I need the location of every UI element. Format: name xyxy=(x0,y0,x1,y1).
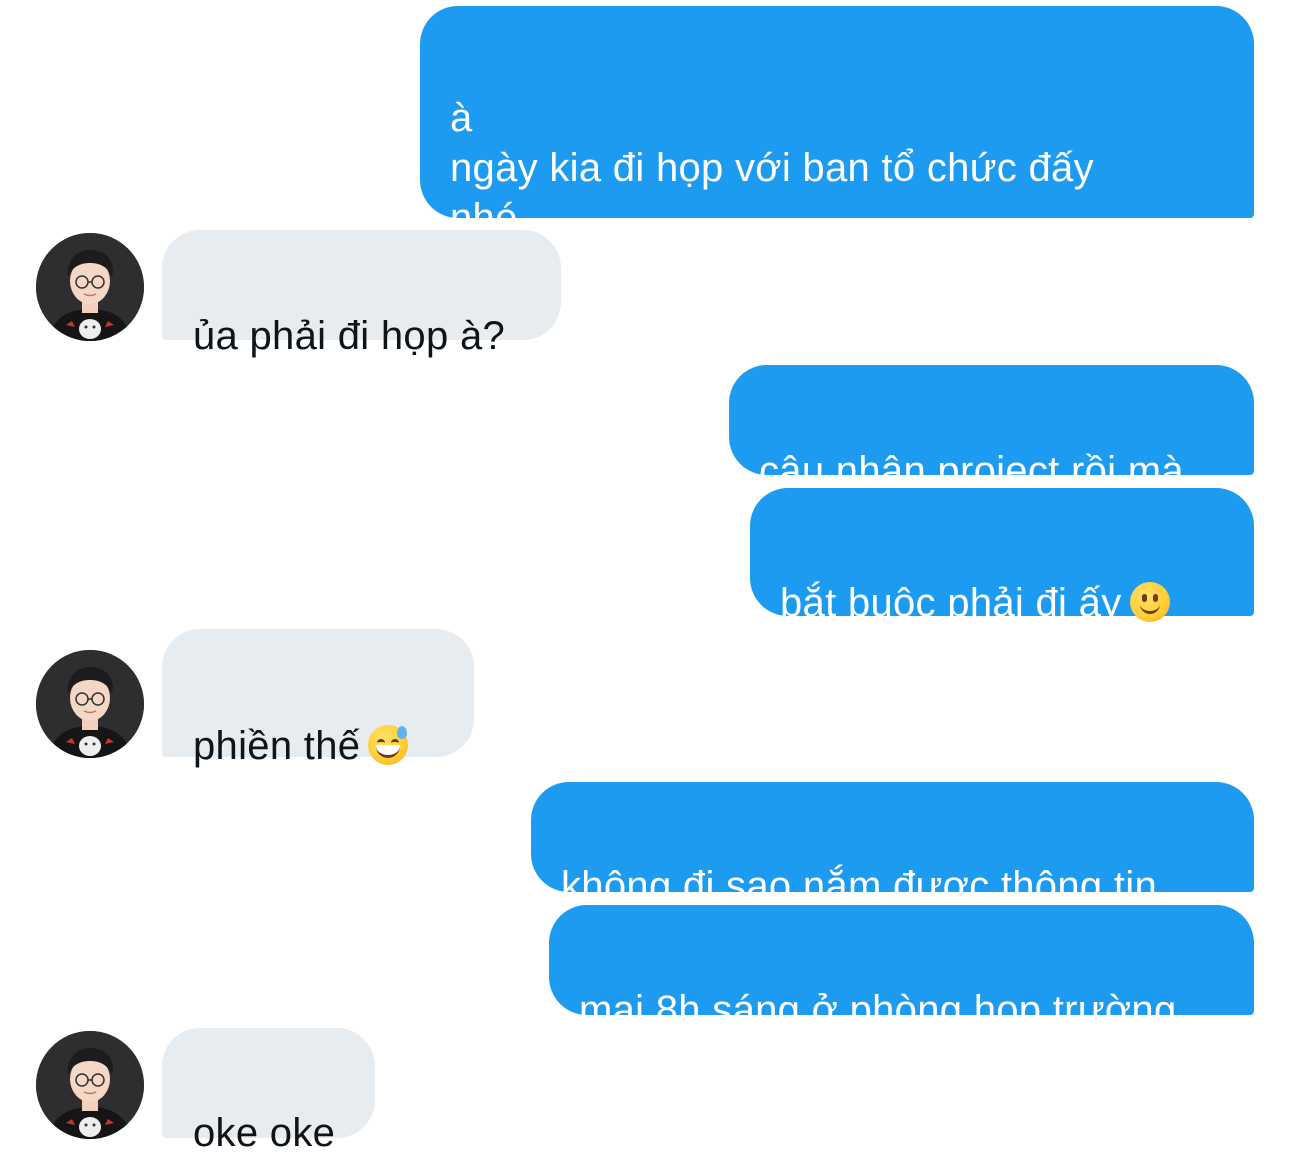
outgoing-message[interactable]: bắt buộc phải đi ấy xyxy=(750,488,1254,625)
outgoing-message[interactable]: à ngày kia đi họp với ban tổ chức đấy nh… xyxy=(420,6,1254,240)
incoming-message[interactable]: phiền thế xyxy=(162,629,474,768)
message-text: không đi sao nắm được thông tin xyxy=(561,864,1157,908)
avatar-photo xyxy=(36,233,144,341)
outgoing-message[interactable]: không đi sao nắm được thông tin xyxy=(531,782,1254,908)
contact-avatar[interactable] xyxy=(36,650,144,758)
contact-avatar[interactable] xyxy=(36,1031,144,1139)
message-text: mai 8h sáng ở phòng họp trường xyxy=(579,988,1177,1032)
outgoing-message[interactable]: cậu nhận project rồi mà xyxy=(729,365,1254,493)
message-text: ủa phải đi họp à? xyxy=(193,314,506,358)
message-text: cậu nhận project rồi mà xyxy=(759,449,1184,493)
message-text: phiền thế xyxy=(193,724,361,768)
grinning-face-with-sweat-icon xyxy=(368,725,409,765)
message-text: bắt buộc phải đi ấy xyxy=(780,581,1122,625)
incoming-message[interactable]: oke oke xyxy=(162,1028,375,1155)
avatar-photo xyxy=(36,1031,144,1139)
message-text: oke oke xyxy=(193,1111,336,1155)
outgoing-message[interactable]: mai 8h sáng ở phòng họp trường xyxy=(549,905,1254,1032)
slightly-smiling-face-icon xyxy=(1129,582,1170,622)
contact-avatar[interactable] xyxy=(36,233,144,341)
avatar-photo xyxy=(36,650,144,758)
message-text: à ngày kia đi họp với ban tổ chức đấy nh… xyxy=(450,96,1094,240)
incoming-message[interactable]: ủa phải đi họp à? xyxy=(162,230,561,358)
